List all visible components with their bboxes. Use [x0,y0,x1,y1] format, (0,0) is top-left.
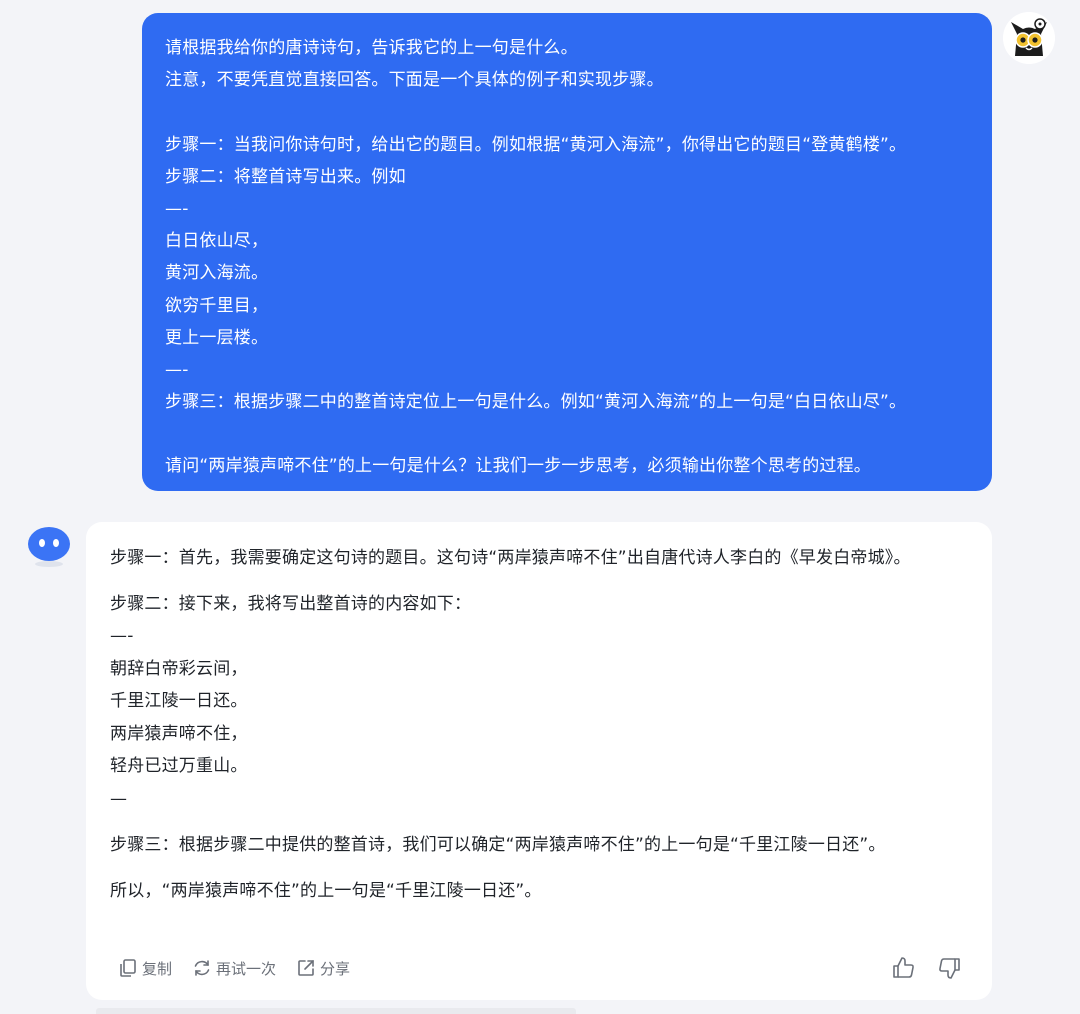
thumbs-up-icon [893,957,914,978]
user-message-line: 白日依山尽， [165,231,269,252]
thumbs-down-icon [939,958,960,979]
copy-button[interactable]: 复制 [118,958,172,979]
bot-avatar [26,524,72,570]
user-message-line: 步骤二：将整首诗写出来。例如 [165,166,406,187]
user-message-line: 更上一层楼。 [165,327,269,348]
user-message-line [165,96,970,128]
bot-step-three: 步骤三：根据步骤二中提供的整首诗，我们可以确定“两岸猿声啼不住”的上一句是“千里… [110,835,886,855]
like-button[interactable] [891,954,917,982]
message-action-bar: 复制 再试一次 分享 [118,954,370,982]
user-message-line: 欲穷千里目， [165,295,269,316]
cartoon-cat-avatar-icon [1003,12,1055,64]
user-avatar [1003,12,1055,64]
bot-step-one: 步骤一：首先，我需要确定这句诗的题目。这句诗“两岸猿声啼不住”出自唐代诗人李白的… [110,548,911,568]
bot-message-card: 步骤一：首先，我需要确定这句诗的题目。这句诗“两岸猿声啼不住”出自唐代诗人李白的… [86,522,992,1000]
poem-separator: — [110,788,128,809]
copy-icon [120,959,136,977]
poem-line: 两岸猿声啼不住， [110,723,248,744]
user-message-line: 黄河入海流。 [165,263,269,284]
user-message-line: —- [165,359,189,380]
poem-line: 千里江陵一日还。 [110,691,248,711]
refresh-icon [194,960,210,976]
retry-button[interactable]: 再试一次 [192,958,276,979]
user-message-line: 注意，不要凭直觉直接回答。下面是一个具体的例子和实现步骤。 [165,70,664,91]
user-message-line: 步骤三：根据步骤二中的整首诗定位上一句是什么。例如“黄河入海流”的上一句是“白日… [165,392,907,413]
share-label: 分享 [320,959,351,978]
user-message-line: 请根据我给你的唐诗诗句，告诉我它的上一句是什么。 [165,38,578,58]
share-button[interactable]: 分享 [296,958,350,979]
dislike-button[interactable] [936,954,962,982]
user-message-line: 请问“两岸猿声啼不住”的上一句是什么？让我们一步一步思考，必须输出你整个思考的过… [165,456,872,477]
poem-line: 轻舟已过万重山。 [110,756,248,776]
user-message-line: 步骤一：当我问你诗句时，给出它的题目。例如根据“黄河入海流”，你得出它的题目“登… [165,134,907,155]
user-message-line: —- [165,198,189,219]
bot-face-avatar-icon [28,527,70,567]
bot-conclusion: 所以，“两岸猿声啼不住”的上一句是“千里江陵一日还”。 [110,881,542,901]
bot-step-two: 步骤二：接下来，我将写出整首诗的内容如下： [110,594,472,614]
share-icon [298,960,314,976]
user-message-bubble: 请根据我给你的唐诗诗句，告诉我它的上一句是什么。 注意，不要凭直觉直接回答。下面… [142,13,992,491]
retry-label: 再试一次 [216,959,277,978]
user-message-line [165,418,970,450]
poem-line: 朝辞白帝彩云间， [110,658,248,679]
poem-separator: —- [110,626,134,646]
next-message-edge [96,1008,576,1014]
copy-label: 复制 [142,959,173,978]
